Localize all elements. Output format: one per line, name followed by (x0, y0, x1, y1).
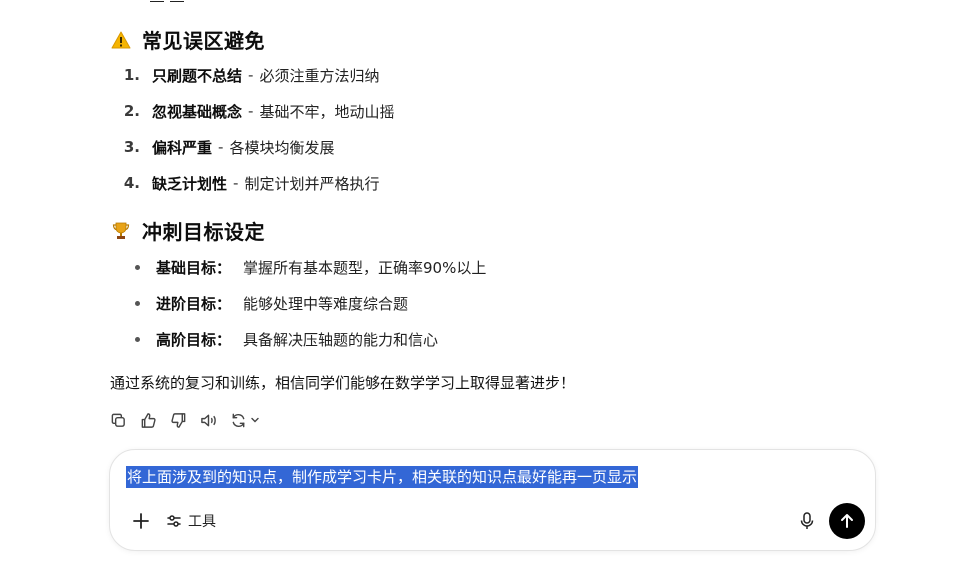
chat-page: 常见误区避免 1. 只刷题不总结 - 必须注重方法归纳 2. 忽视基础概念 - … (0, 0, 960, 563)
item-description: 各模块均衡发展 (229, 138, 335, 157)
item-label: 只刷题不总结 (152, 66, 243, 85)
list-item: 3. 偏科严重 - 各模块均衡发展 (110, 129, 394, 165)
section-title: 常见误区避免 (142, 29, 265, 53)
thumbs-up-icon[interactable] (138, 410, 158, 430)
warning-icon (110, 29, 132, 51)
add-attachment-button[interactable] (128, 508, 154, 534)
item-separator: - (248, 66, 254, 84)
list-number: 2. (123, 102, 140, 120)
list-item: 高阶目标： 具备解决压轴题的能力和信心 (110, 321, 486, 357)
regenerate-button[interactable] (228, 410, 260, 430)
item-separator: - (218, 138, 224, 156)
item-description: 必须注重方法归纳 (259, 66, 380, 85)
item-label: 偏科严重 (152, 138, 213, 157)
item-label: 忽视基础概念 (152, 102, 243, 121)
item-description: 制定计划并严格执行 (244, 174, 380, 193)
bullet (110, 300, 140, 306)
section-title: 冲刺目标设定 (142, 220, 265, 244)
sliders-icon (167, 515, 181, 527)
item-label: 缺乏计划性 (152, 174, 228, 193)
list-item: 2. 忽视基础概念 - 基础不牢，地动山摇 (110, 93, 395, 129)
regenerate-icon (228, 410, 248, 430)
trophy-icon (110, 220, 132, 242)
bullet (110, 264, 140, 270)
list-number: 1. (123, 66, 140, 84)
message-actions (108, 410, 260, 430)
item-description: 基础不牢，地动山摇 (259, 102, 395, 121)
section-heading-goals: 冲刺目标设定 (110, 216, 265, 245)
arrow-up-icon (841, 514, 853, 528)
item-description: 具备解决压轴题的能力和信心 (243, 330, 439, 349)
list-item: 基础目标： 掌握所有基本题型，正确率90%以上 (110, 249, 486, 285)
read-aloud-icon[interactable] (198, 410, 218, 430)
microphone-button[interactable] (796, 510, 818, 532)
summary-text: 通过系统的复习和训练，相信同学们能够在数学学习上取得显著进步！ (110, 374, 576, 392)
thumbs-down-icon[interactable] (168, 410, 188, 430)
goals-list: 基础目标： 掌握所有基本题型，正确率90%以上 进阶目标： 能够处理中等难度综合… (110, 249, 486, 357)
list-item: 4. 缺乏计划性 - 制定计划并严格执行 (110, 165, 394, 201)
tools-label: 工具 (188, 514, 216, 530)
footer-disclaimer (0, 556, 960, 563)
tools-button[interactable]: 工具 (166, 510, 216, 532)
microphone-icon (800, 512, 814, 529)
list-number: 3. (123, 138, 140, 156)
send-button[interactable] (829, 503, 865, 539)
message-composer[interactable]: 将上面涉及到的知识点，制作成学习卡片，相关联的知识点最好能再一页显示 工具 (109, 449, 876, 551)
chevron-down-icon (251, 417, 259, 423)
copy-icon[interactable] (108, 410, 128, 430)
section-heading-pitfalls: 常见误区避免 (110, 25, 265, 54)
item-label: 进阶目标： (156, 294, 232, 313)
composer-input[interactable]: 将上面涉及到的知识点，制作成学习卡片，相关联的知识点最好能再一页显示 (126, 466, 639, 488)
item-label: 高阶目标： (156, 330, 232, 349)
item-separator: - (233, 174, 239, 192)
bullet (110, 336, 140, 342)
plus-icon (133, 513, 149, 529)
list-item: 进阶目标： 能够处理中等难度综合题 (110, 285, 486, 321)
item-separator: - (248, 102, 254, 120)
list-item: 1. 只刷题不总结 - 必须注重方法归纳 (110, 57, 394, 93)
pitfalls-list: 1. 只刷题不总结 - 必须注重方法归纳 2. 忽视基础概念 - 基础不牢，地动… (110, 57, 395, 201)
item-description: 能够处理中等难度综合题 (243, 294, 409, 313)
clipped-previous-content (150, 0, 210, 2)
list-number: 4. (123, 174, 140, 192)
item-description: 掌握所有基本题型，正确率90%以上 (243, 258, 487, 277)
item-label: 基础目标： (156, 258, 232, 277)
